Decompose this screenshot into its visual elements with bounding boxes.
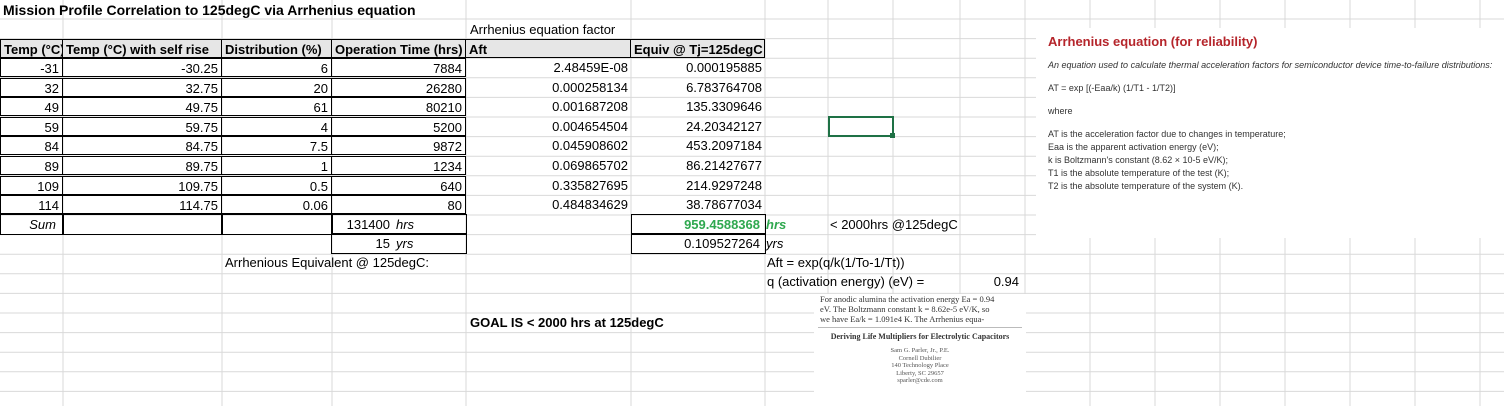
cell-operation-time[interactable]: 26280 bbox=[331, 77, 466, 97]
cell-operation-time[interactable]: 9872 bbox=[331, 136, 466, 156]
cell-equiv[interactable]: 38.78677034 bbox=[630, 195, 765, 214]
cell-equiv[interactable]: 86.21427677 bbox=[630, 156, 765, 175]
target-note[interactable]: < 2000hrs @125degC bbox=[827, 215, 961, 234]
cell-operation-time[interactable]: 7884 bbox=[331, 58, 466, 77]
cell-equiv[interactable]: 453.2097184 bbox=[630, 136, 765, 155]
header-temp[interactable]: Temp (°C) bbox=[0, 39, 65, 58]
sum-hours[interactable]: 131400 bbox=[331, 215, 393, 234]
cell-aft[interactable]: 0.000258134 bbox=[465, 78, 631, 97]
paper-title: Deriving Life Multipliers for Electrolyt… bbox=[830, 332, 1010, 341]
cell-temp-self-rise[interactable]: -30.25 bbox=[62, 58, 222, 77]
cell-operation-time[interactable]: 1234 bbox=[331, 156, 466, 175]
header-distribution[interactable]: Distribution (%) bbox=[221, 39, 332, 58]
cell-distribution[interactable]: 4 bbox=[221, 116, 332, 136]
cell-aft[interactable]: 0.001687208 bbox=[465, 97, 631, 116]
paper-line-3: we have Ea/k = 1.091e4 K. The Arrhenius … bbox=[820, 314, 985, 324]
cell-temp-self-rise[interactable]: 114.75 bbox=[62, 195, 222, 215]
info-def-3: k is Boltzmann's constant (8.62 × 10-5 e… bbox=[1048, 155, 1229, 165]
cell-temp-self-rise[interactable]: 109.75 bbox=[62, 175, 222, 195]
cell-temp-self-rise[interactable]: 49.75 bbox=[62, 97, 222, 117]
arrhenius-factor-label: Arrhenius equation factor bbox=[470, 22, 616, 37]
info-intro: An equation used to calculate thermal ac… bbox=[1048, 60, 1493, 70]
paper-line-1: For anodic alumina the activation energy… bbox=[820, 294, 995, 304]
cell-temp[interactable]: 32 bbox=[0, 77, 63, 97]
sum-label[interactable]: Sum bbox=[0, 215, 60, 234]
info-def-4: T1 is the absolute temperature of the te… bbox=[1048, 168, 1230, 178]
cell-aft[interactable]: 0.335827695 bbox=[465, 176, 631, 195]
paper-author-5: sparler@cde.com bbox=[897, 377, 943, 384]
arrhenius-info-box: Arrhenius equation (for reliability) An … bbox=[1036, 28, 1504, 238]
paper-author-1: Sam G. Parler, Jr., P.E. bbox=[890, 347, 950, 354]
equiv-years[interactable]: 0.109527264 bbox=[630, 234, 763, 253]
sum-years[interactable]: 15 bbox=[331, 234, 393, 253]
header-operation-time[interactable]: Operation Time (hrs) bbox=[331, 39, 466, 58]
cell-distribution[interactable]: 20 bbox=[221, 77, 332, 97]
cell-aft[interactable]: 0.004654504 bbox=[465, 117, 631, 136]
info-def-5: T2 is the absolute temperature of the sy… bbox=[1048, 181, 1244, 191]
cell-temp[interactable]: 114 bbox=[0, 195, 63, 215]
info-definitions: AT is the acceleration factor due to cha… bbox=[1048, 128, 1494, 193]
header-equiv[interactable]: Equiv @ Tj=125degC bbox=[630, 39, 765, 58]
fill-handle[interactable] bbox=[890, 133, 895, 138]
cell-aft[interactable]: 0.069865702 bbox=[465, 156, 631, 175]
sheet-title: Mission Profile Correlation to 125degC v… bbox=[3, 2, 416, 18]
aft-formula[interactable]: Aft = exp(q/k(1/To-1/Tt)) bbox=[764, 253, 908, 272]
sum-hours-unit[interactable]: hrs bbox=[393, 215, 417, 234]
cell-aft[interactable]: 0.484834629 bbox=[465, 195, 631, 214]
paper-author-4: Liberty, SC 29657 bbox=[896, 369, 944, 377]
cell-temp-self-rise[interactable]: 89.75 bbox=[62, 156, 222, 175]
cell-temp-self-rise[interactable]: 59.75 bbox=[62, 116, 222, 136]
cell-distribution[interactable]: 61 bbox=[221, 97, 332, 117]
cell-temp[interactable]: -31 bbox=[0, 58, 63, 77]
cell-aft[interactable]: 2.48459E-08 bbox=[465, 58, 631, 77]
selected-cell[interactable] bbox=[828, 116, 894, 137]
cell-temp[interactable]: 84 bbox=[0, 136, 63, 156]
table-border bbox=[221, 214, 333, 235]
cell-operation-time[interactable]: 80210 bbox=[331, 97, 466, 117]
cell-distribution[interactable]: 0.06 bbox=[221, 195, 332, 215]
cell-equiv[interactable]: 6.783764708 bbox=[630, 78, 765, 97]
info-def-1: AT is the acceleration factor due to cha… bbox=[1048, 129, 1286, 139]
table-border bbox=[62, 214, 223, 235]
cell-equiv[interactable]: 24.20342127 bbox=[630, 117, 765, 136]
paper-author-3: 140 Technology Place bbox=[891, 362, 949, 369]
cell-temp[interactable]: 49 bbox=[0, 97, 63, 117]
sum-years-unit[interactable]: yrs bbox=[393, 234, 416, 253]
arrhenius-equivalent-label[interactable]: Arrhenious Equivalent @ 125degC: bbox=[222, 253, 432, 272]
cell-temp-self-rise[interactable]: 84.75 bbox=[62, 136, 222, 156]
equiv-total-unit[interactable]: hrs bbox=[763, 215, 789, 234]
info-def-2: Eaa is the apparent activation energy (e… bbox=[1048, 142, 1219, 152]
header-aft[interactable]: Aft bbox=[465, 39, 631, 58]
cell-temp[interactable]: 89 bbox=[0, 156, 63, 175]
equiv-years-unit[interactable]: yrs bbox=[763, 234, 786, 253]
cell-equiv[interactable]: 214.9297248 bbox=[630, 176, 765, 195]
paper-line-2: eV. The Boltzmann constant k = 8.62e-5 e… bbox=[820, 304, 990, 314]
activation-energy-value[interactable]: 0.94 bbox=[960, 272, 1022, 291]
equiv-total[interactable]: 959.4588368 bbox=[630, 215, 763, 234]
cell-temp-self-rise[interactable]: 32.75 bbox=[62, 77, 222, 97]
cell-distribution[interactable]: 0.5 bbox=[221, 175, 332, 195]
cell-operation-time[interactable]: 5200 bbox=[331, 116, 466, 136]
cell-distribution[interactable]: 6 bbox=[221, 58, 332, 77]
cell-equiv[interactable]: 0.000195885 bbox=[630, 58, 765, 77]
info-formula: AT = exp [(-Eaa/k) (1/T1 - 1/T2)] bbox=[1048, 83, 1176, 93]
cell-temp[interactable]: 109 bbox=[0, 175, 63, 195]
activation-energy-label[interactable]: q (activation energy) (eV) = bbox=[764, 272, 927, 291]
cell-temp[interactable]: 59 bbox=[0, 116, 63, 136]
paper-divider bbox=[818, 327, 1022, 328]
cell-equiv[interactable]: 135.3309646 bbox=[630, 97, 765, 116]
paper-snippet-image[interactable]: For anodic alumina the activation energy… bbox=[814, 294, 1026, 406]
cell-operation-time[interactable]: 640 bbox=[331, 175, 466, 195]
info-heading: Arrhenius equation (for reliability) bbox=[1048, 34, 1258, 49]
cell-aft[interactable]: 0.045908602 bbox=[465, 136, 631, 155]
header-temp-self-rise[interactable]: Temp (°C) with self rise bbox=[62, 39, 222, 58]
paper-author-2: Cornell Dubilier bbox=[898, 354, 942, 362]
goal-statement[interactable]: GOAL IS < 2000 hrs at 125degC bbox=[467, 313, 667, 332]
cell-operation-time[interactable]: 80 bbox=[331, 195, 466, 215]
cell-distribution[interactable]: 7.5 bbox=[221, 136, 332, 156]
info-where: where bbox=[1048, 106, 1073, 116]
cell-distribution[interactable]: 1 bbox=[221, 156, 332, 175]
